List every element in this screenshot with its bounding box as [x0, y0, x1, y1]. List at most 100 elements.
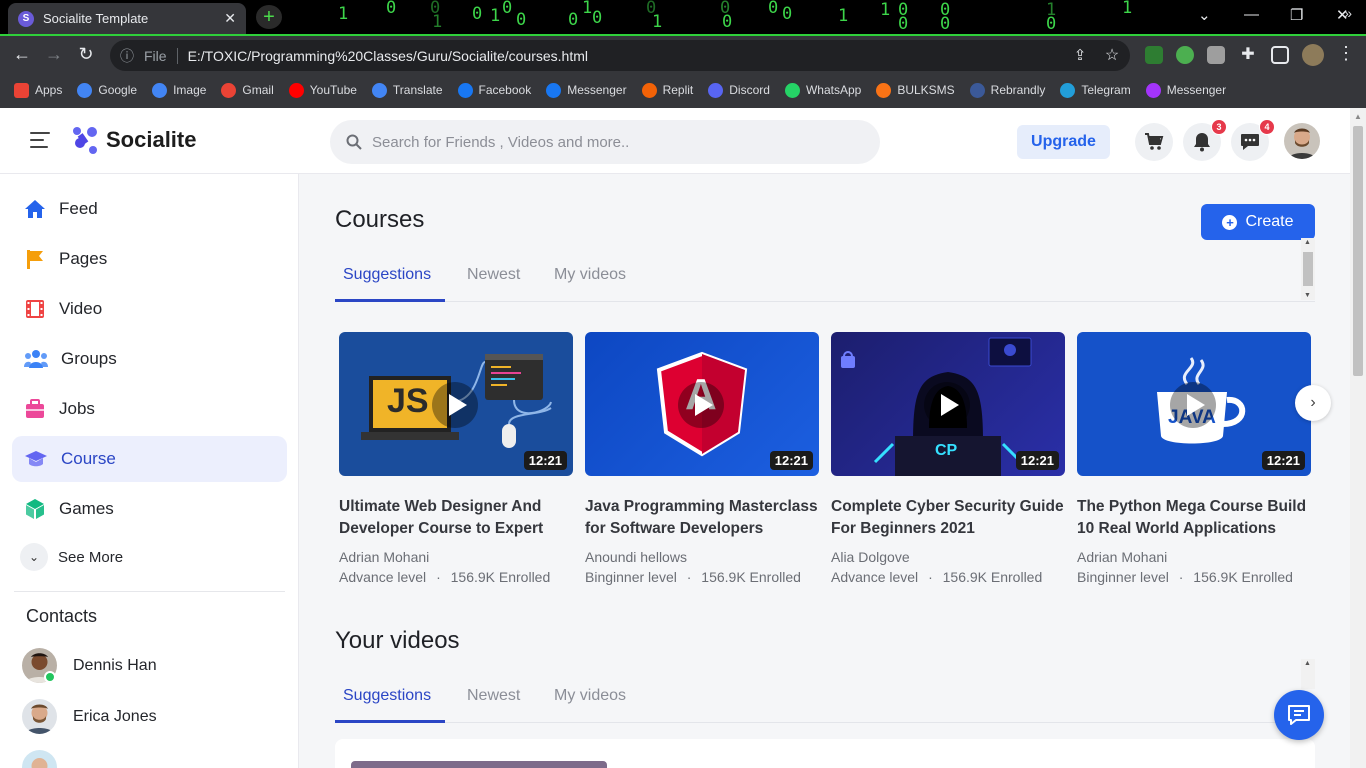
bookmark-item[interactable]: Facebook: [457, 82, 531, 98]
play-icon[interactable]: [924, 382, 970, 428]
course-card[interactable]: JS 12:21 Ultimate Web Designer And Devel…: [339, 332, 573, 585]
play-icon[interactable]: [432, 382, 478, 428]
bookmark-label: Messenger: [567, 83, 627, 97]
scrollbar[interactable]: ▲ ▼: [1301, 238, 1315, 300]
more-bookmarks-icon[interactable]: »: [1344, 5, 1352, 21]
browser-tab[interactable]: S Socialite Template ✕: [8, 3, 246, 34]
sidebar-item-video[interactable]: Video: [12, 286, 287, 332]
course-card[interactable]: A 12:21 Java Programming Masterclass for…: [585, 332, 819, 585]
tab-newest[interactable]: Newest: [467, 687, 520, 705]
minimize-icon[interactable]: —: [1244, 6, 1259, 23]
extension-icon[interactable]: [1207, 46, 1225, 64]
play-icon[interactable]: [678, 382, 724, 428]
search-input[interactable]: Search for Friends , Videos and more..: [372, 134, 629, 151]
course-thumbnail[interactable]: JS 12:21: [339, 332, 573, 476]
tab-suggestions[interactable]: Suggestions: [343, 687, 431, 705]
course-thumbnail[interactable]: JAVA 12:21: [1077, 332, 1311, 476]
course-tabs: Suggestions Newest My videos: [335, 254, 1315, 302]
course-card[interactable]: JAVA 12:21 The Python Mega Course Build …: [1077, 332, 1311, 585]
address-bar[interactable]: ⓘ File E:/TOXIC/Programming%20Classes/Gu…: [110, 40, 1130, 71]
sidebar-item-groups[interactable]: Groups: [12, 336, 287, 382]
sidebar-item-feed[interactable]: Feed: [12, 186, 287, 232]
bookmark-item[interactable]: Google: [77, 82, 137, 98]
chat-fab-button[interactable]: [1274, 690, 1324, 740]
tab-my-videos[interactable]: My videos: [554, 266, 626, 284]
cube-icon: [24, 498, 46, 520]
contact-item[interactable]: [22, 750, 57, 768]
menu-kebab-icon[interactable]: ⋮: [1334, 43, 1358, 64]
course-thumbnail[interactable]: CP 12:21: [831, 332, 1065, 476]
bookmark-item[interactable]: Messenger: [546, 82, 627, 98]
profile-avatar-icon[interactable]: [1302, 44, 1324, 66]
bookmark-item[interactable]: Gmail: [221, 82, 274, 98]
tab-newest[interactable]: Newest: [467, 266, 520, 284]
back-icon[interactable]: ←: [10, 44, 34, 65]
sidebar-item-pages[interactable]: Pages: [12, 236, 287, 282]
see-more-button[interactable]: ⌄ See More: [20, 543, 123, 571]
bookmark-item[interactable]: Replit: [641, 82, 693, 98]
url-scheme-label: File: [144, 47, 178, 64]
logo[interactable]: Socialite: [72, 126, 196, 154]
side-panel-icon[interactable]: [1271, 46, 1289, 64]
course-card[interactable]: CP 12:21 Complete Cyber Security Guide F…: [831, 332, 1065, 585]
bookmark-item[interactable]: Translate: [371, 82, 443, 98]
course-title[interactable]: The Python Mega Course Build 10 Real Wor…: [1077, 496, 1311, 540]
sidebar-item-label: Jobs: [59, 399, 95, 418]
bookmark-item[interactable]: YouTube: [288, 82, 357, 98]
course-level: Advance level: [831, 569, 919, 585]
shield-extension-icon[interactable]: [1145, 46, 1163, 64]
contact-avatar: [22, 699, 57, 734]
upgrade-button[interactable]: Upgrade: [1017, 125, 1110, 159]
puzzle-icon[interactable]: ✚: [1236, 44, 1260, 64]
reload-icon[interactable]: ↻: [74, 44, 98, 65]
tab-favicon-icon: S: [18, 10, 34, 27]
bookmark-item[interactable]: Rebrandly: [969, 82, 1045, 98]
search-bar[interactable]: Search for Friends , Videos and more..: [330, 120, 880, 164]
contact-item[interactable]: Dennis Han: [22, 648, 157, 683]
new-tab-button[interactable]: +: [256, 5, 282, 29]
play-icon[interactable]: [1170, 382, 1216, 428]
active-tab-indicator: [335, 720, 445, 723]
bookmark-item[interactable]: Discord: [708, 82, 770, 98]
bookmark-item[interactable]: WhatsApp: [784, 82, 861, 98]
bookmark-item[interactable]: BULKSMS: [876, 82, 955, 98]
carousel-next-button[interactable]: ›: [1295, 385, 1331, 421]
url-text[interactable]: E:/TOXIC/Programming%20Classes/Guru/Soci…: [188, 48, 588, 64]
tab-search-icon[interactable]: ⌄: [1198, 6, 1211, 24]
bookmark-item[interactable]: Apps: [14, 82, 62, 98]
bookmark-item[interactable]: Messenger: [1145, 82, 1226, 98]
tab-my-videos[interactable]: My videos: [554, 687, 626, 705]
hamburger-menu-icon[interactable]: [30, 132, 50, 150]
restore-icon[interactable]: ❐: [1290, 6, 1303, 24]
course-title[interactable]: Complete Cyber Security Guide For Beginn…: [831, 496, 1065, 540]
close-tab-icon[interactable]: ✕: [224, 10, 236, 27]
course-title[interactable]: Java Programming Masterclass for Softwar…: [585, 496, 819, 540]
course-title[interactable]: Ultimate Web Designer And Developer Cour…: [339, 496, 573, 540]
bookmark-label: Discord: [729, 83, 770, 97]
info-icon[interactable]: ⓘ: [120, 46, 134, 66]
scrollbar[interactable]: ▲: [1301, 659, 1315, 689]
sidebar-item-course[interactable]: Course: [12, 436, 287, 482]
flag-icon: [24, 248, 46, 270]
course-thumbnail[interactable]: A 12:21: [585, 332, 819, 476]
bookmark-star-icon[interactable]: ☆: [1100, 45, 1124, 65]
forward-icon[interactable]: →: [42, 44, 66, 65]
create-button[interactable]: + Create: [1201, 204, 1315, 240]
page-scrollbar[interactable]: ▲: [1350, 108, 1366, 768]
bookmark-favicon-icon: [876, 82, 892, 98]
notifications-button[interactable]: 3: [1183, 119, 1227, 161]
tab-suggestions[interactable]: Suggestions: [343, 266, 431, 284]
video-duration: 12:21: [523, 451, 567, 470]
video-card[interactable]: [335, 739, 1315, 768]
video-thumbnail[interactable]: [351, 761, 607, 768]
cart-button[interactable]: [1135, 123, 1173, 161]
sidebar-item-games[interactable]: Games: [12, 486, 287, 532]
bookmark-item[interactable]: Telegram: [1060, 82, 1131, 98]
extension-icon[interactable]: [1176, 46, 1194, 64]
sidebar-item-jobs[interactable]: Jobs: [12, 386, 287, 432]
contact-item[interactable]: Erica Jones: [22, 699, 157, 734]
user-avatar[interactable]: [1284, 123, 1320, 159]
share-icon[interactable]: ⇪: [1068, 46, 1092, 64]
bookmark-item[interactable]: Image: [152, 82, 206, 98]
messages-button[interactable]: 4: [1231, 119, 1275, 161]
